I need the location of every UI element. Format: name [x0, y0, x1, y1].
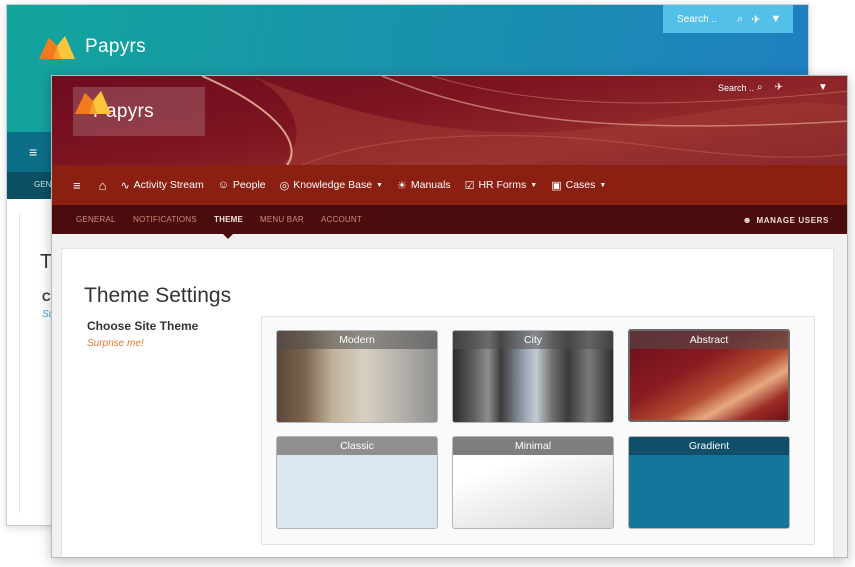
back-logo[interactable]: Papyrs: [37, 32, 146, 62]
nav-item-label: Cases: [565, 179, 596, 191]
activity-icon: ∿: [120, 179, 130, 192]
theme-caption: Classic: [277, 437, 437, 455]
subnav-account[interactable]: ACCOUNT: [321, 215, 362, 224]
rocket-icon[interactable]: ✈: [751, 13, 760, 26]
rocket-icon[interactable]: ✈: [775, 82, 783, 93]
caret-down-icon[interactable]: ▼: [818, 82, 828, 93]
nav-item-label: Activity Stream: [133, 179, 204, 191]
chevron-down-icon: ▼: [530, 181, 538, 189]
screenshot-stage: Papyrs Search .. ⌕ ✈ ▼ ≡ GENERAL T C Su: [0, 0, 855, 567]
theme-classic[interactable]: Classic: [276, 436, 438, 529]
choose-theme-label: Choose Site Theme: [87, 319, 199, 333]
back-search-placeholder: Search ..: [677, 13, 718, 25]
back-app-name: Papyrs: [85, 36, 146, 57]
subnav-theme[interactable]: THEME: [214, 215, 243, 224]
theme-gradient[interactable]: Gradient: [628, 436, 790, 529]
front-search-placeholder: Search ..: [718, 82, 755, 93]
theme-caption: City: [453, 331, 613, 349]
theme-caption: Minimal: [453, 437, 613, 455]
theme-caption: Modern: [277, 331, 437, 349]
subnav-menu-bar[interactable]: MENU BAR: [260, 215, 304, 224]
chevron-down-icon: ▼: [376, 181, 383, 189]
menu-icon[interactable]: ≡: [29, 144, 37, 160]
bulb-icon: ☀: [396, 179, 407, 192]
manage-users-label: MANAGE USERS: [756, 215, 829, 225]
subnav-general[interactable]: GENERAL: [76, 215, 116, 224]
theme-settings-panel: Theme Settings Choose Site Theme Surpris…: [61, 248, 834, 557]
chevron-down-icon: ▼: [599, 181, 607, 189]
search-icon[interactable]: ⌕: [757, 82, 763, 93]
theme-modern[interactable]: Modern: [276, 330, 438, 423]
nav-item-label: Knowledge Base: [293, 179, 373, 191]
briefcase-icon: ▣: [551, 179, 562, 192]
back-choose-label: C: [42, 290, 51, 304]
back-search-box[interactable]: Search .. ⌕ ✈ ▼: [663, 5, 793, 33]
user-gear-icon: ☻: [742, 215, 753, 225]
manage-users-button[interactable]: ☻ MANAGE USERS: [742, 215, 829, 225]
caret-down-icon[interactable]: ▼: [770, 13, 781, 25]
nav-item-activity-stream[interactable]: ∿ Activity Stream: [120, 179, 203, 192]
front-nav-bar: ≡ ⌂ ∿ Activity Stream ☺ People ◎ Knowled…: [52, 165, 847, 205]
brain-icon: ◎: [279, 179, 290, 192]
nav-item-cases[interactable]: ▣ Cases ▼: [551, 179, 606, 192]
nav-item-hr-forms[interactable]: ☑ HR Forms ▼: [465, 179, 538, 192]
theme-grid: Modern City Abstract Classic Minimal Gra…: [261, 316, 815, 545]
front-header: Papyrs Search .. ⌕ ✈ ▼: [52, 76, 847, 165]
page-title: Theme Settings: [84, 284, 232, 307]
clipboard-icon: ☑: [464, 179, 475, 192]
papyrs-logo-icon: [75, 91, 111, 114]
front-subnav: GENERAL NOTIFICATIONS THEME MENU BAR ACC…: [52, 205, 847, 234]
nav-item-label: Manuals: [410, 179, 451, 191]
search-icon[interactable]: ⌕: [737, 13, 743, 26]
home-icon[interactable]: ⌂: [99, 178, 107, 193]
active-tab-indicator: [222, 233, 234, 239]
people-icon: ☺: [217, 179, 229, 191]
nav-item-people[interactable]: ☺ People: [218, 179, 266, 191]
theme-caption: Abstract: [630, 331, 788, 349]
front-search-box[interactable]: Search .. ⌕ ✈: [718, 82, 783, 93]
subnav-notifications[interactable]: NOTIFICATIONS: [133, 215, 197, 224]
theme-abstract[interactable]: Abstract: [628, 329, 790, 422]
theme-caption: Gradient: [629, 437, 789, 455]
nav-item-manuals[interactable]: ☀ Manuals: [397, 179, 451, 192]
theme-city[interactable]: City: [452, 330, 614, 423]
theme-minimal[interactable]: Minimal: [452, 436, 614, 529]
papyrs-logo-icon: [39, 36, 75, 59]
surprise-me-link[interactable]: Surprise me!: [87, 338, 144, 349]
front-logo[interactable]: Papyrs: [73, 87, 205, 136]
front-window: Papyrs Search .. ⌕ ✈ ▼ ≡ ⌂ ∿ Activity St…: [51, 75, 848, 558]
nav-item-label: People: [232, 179, 266, 191]
nav-item-label: HR Forms: [478, 179, 527, 191]
nav-item-knowledge-base[interactable]: ◎ Knowledge Base ▼: [280, 179, 383, 192]
menu-icon[interactable]: ≡: [73, 178, 81, 193]
